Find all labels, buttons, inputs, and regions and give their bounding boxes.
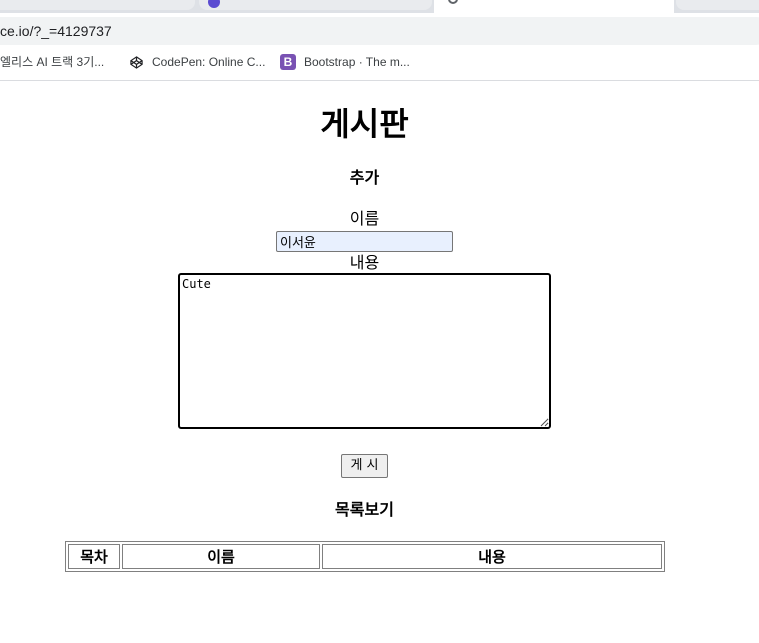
bookmark-codepen[interactable]: CodePen: Online C... (152, 48, 265, 76)
board-table: 목차 이름 내용 (65, 541, 665, 572)
tab-strip (0, 0, 759, 13)
content-label: 내용 (349, 253, 380, 272)
content-textarea[interactable]: Cute (178, 273, 551, 429)
bookmark-elice[interactable]: 엘리스 AI 트랙 3기... (0, 48, 104, 76)
page-title: 게시판 (320, 105, 409, 143)
browser-tab-active[interactable] (434, 0, 674, 13)
address-bar-url[interactable]: ce.io/?_=4129737 (0, 17, 112, 45)
add-section-heading: 추가 (349, 168, 380, 187)
codepen-icon (130, 56, 143, 69)
name-label: 이름 (349, 209, 380, 228)
resize-grip-icon[interactable] (540, 418, 549, 427)
bootstrap-icon: B (280, 54, 296, 70)
name-input[interactable] (276, 231, 453, 252)
site-favicon-icon (208, 0, 220, 8)
table-header-row: 목차 이름 내용 (68, 544, 662, 569)
browser-tab[interactable] (0, 0, 195, 10)
column-header-content: 내용 (322, 544, 662, 569)
address-bar[interactable]: ce.io/?_=4129737 (0, 17, 759, 45)
list-section-heading: 목록보기 (335, 500, 394, 519)
browser-tab[interactable] (199, 0, 432, 10)
bookmark-bootstrap[interactable]: Bootstrap · The m... (304, 48, 410, 76)
column-header-name: 이름 (122, 544, 320, 569)
bookmarks-bar: 엘리스 AI 트랙 3기... CodePen: Online C... B B… (0, 48, 759, 81)
loading-icon (448, 0, 458, 4)
browser-toolbar: ce.io/?_=4129737 (0, 13, 759, 48)
column-header-index: 목차 (68, 544, 120, 569)
post-button[interactable]: 게 시 (341, 454, 388, 478)
browser-tab[interactable] (676, 0, 759, 10)
